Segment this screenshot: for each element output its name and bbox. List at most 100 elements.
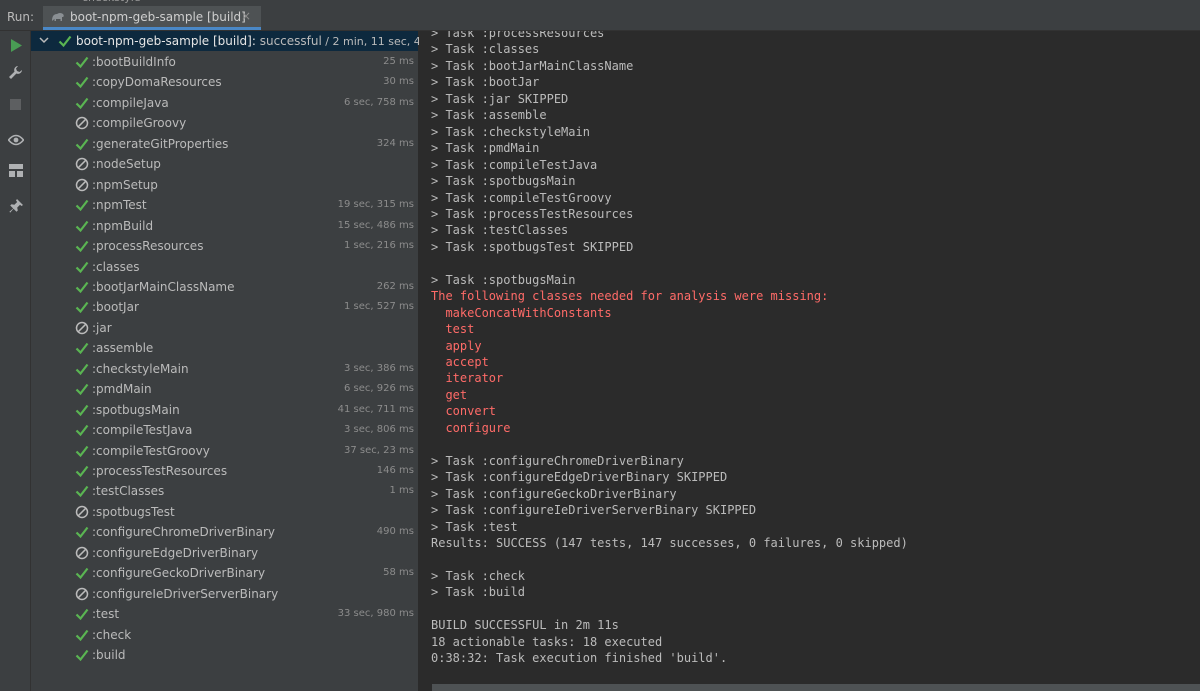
rerun-icon[interactable] [7,37,24,54]
chevron-down-icon[interactable] [38,34,50,46]
task-row[interactable]: :compileJava 6 sec, 758 ms [31,93,418,113]
task-row[interactable]: :jar [31,318,418,338]
skipped-icon [75,178,89,191]
run-label: Run: [7,10,35,24]
task-row[interactable]: :copyDomaResources 30 ms [31,72,418,92]
eye-icon[interactable] [7,131,24,148]
layout-icon[interactable] [7,162,24,179]
task-name: :configureGeckoDriverBinary [92,566,266,581]
task-duration: 3 sec, 806 ms [344,424,414,436]
task-row[interactable]: :processResources 1 sec, 216 ms [31,236,418,256]
console-line: > Task :pmdMain [431,141,540,156]
horizontal-scrollbar[interactable] [432,684,1200,691]
build-root-row[interactable]: boot-npm-geb-sample [build]: successful … [31,31,455,51]
skipped-icon [75,117,89,130]
task-name: :check [92,627,132,642]
task-duration: 1 sec, 527 ms [344,301,414,313]
task-row[interactable]: :test 33 sec, 980 ms [31,604,418,624]
task-duration: 30 ms [383,76,414,88]
gradle-elephant-icon [52,13,64,21]
task-name: :compileJava [92,95,169,110]
top-fragment-text: checkstyle [82,0,141,4]
console-error-line: makeConcatWithConstants [431,305,612,320]
task-name: :bootBuildInfo [92,55,176,69]
console-line: > Task :spotbugsMain [431,174,576,189]
task-name: :processResources [92,239,204,254]
wrench-icon[interactable] [7,64,24,81]
console-line: > Task :processResources [431,31,605,40]
console-line: > Task :classes [431,42,540,57]
task-duration: 6 sec, 758 ms [344,96,414,108]
task-row[interactable]: :configureIeDriverServerBinary [31,584,418,604]
task-name: :assemble [92,341,154,356]
success-check-icon [75,77,89,89]
task-row[interactable]: :classes [31,257,418,277]
console-error-line: get [431,387,468,402]
task-row[interactable]: :spotbugsTest [31,502,418,522]
run-tab-bar: Run: boot-npm-geb-sample [build] × [0,6,1200,31]
success-check-icon [75,343,89,355]
success-check-icon [75,261,89,273]
task-row[interactable]: :testClasses 1 ms [31,481,418,501]
task-row[interactable]: :configureGeckoDriverBinary 58 ms [31,563,418,583]
success-check-icon [75,608,89,621]
task-duration: 490 ms [376,526,414,538]
task-name: :nodeSetup [92,157,161,172]
task-duration: 37 sec, 23 ms [344,444,414,456]
task-name: :processTestResources [92,464,228,478]
success-check-icon [75,302,89,314]
success-check-icon [75,465,89,478]
task-row[interactable]: :configureChromeDriverBinary 490 ms [31,522,418,542]
task-row[interactable]: :check [31,625,418,645]
task-name: :checkstyleMain [92,361,189,376]
skipped-icon [75,505,89,519]
task-row[interactable]: :checkstyleMain 3 sec, 386 ms [31,359,418,379]
success-check-icon [75,384,89,396]
task-name: :classes [92,259,140,274]
task-row[interactable]: :configureEdgeDriverBinary [31,543,418,563]
console-line: > Task :build [431,585,525,600]
stop-icon[interactable] [7,96,24,113]
task-name: :build [92,648,126,663]
run-tab[interactable]: boot-npm-geb-sample [build] × [43,6,261,30]
success-check-icon [75,527,89,539]
task-row[interactable]: :assemble [31,338,418,358]
task-row[interactable]: :pmdMain 6 sec, 926 ms [31,379,418,399]
task-name: :spotbugsMain [92,402,180,417]
task-row[interactable]: :spotbugsMain 41 sec, 711 ms [31,400,418,420]
console-line: > Task :jar SKIPPED [431,91,569,106]
task-row[interactable]: :compileTestGroovy 37 sec, 23 ms [31,441,418,461]
build-root-status: successful [255,34,322,48]
task-row[interactable]: :npmSetup [31,175,418,195]
console-output[interactable]: > Task :processResources > Task :classes >… [419,31,1200,691]
task-name: :npmSetup [92,177,158,192]
success-check-icon [75,240,89,253]
task-row[interactable]: :bootJar 1 sec, 527 ms [31,297,418,317]
task-name: :configureIeDriverServerBinary [92,586,279,601]
task-row[interactable]: :generateGitProperties 324 ms [31,134,418,154]
task-name: :copyDomaResources [92,75,222,90]
task-row[interactable]: :compileTestJava 3 sec, 806 ms [31,420,418,440]
build-tree: boot-npm-geb-sample [build]: successful … [31,31,455,691]
task-row[interactable]: :bootJarMainClassName 262 ms [31,277,418,297]
task-row[interactable]: :nodeSetup [31,154,418,174]
skipped-icon [75,321,89,335]
close-icon[interactable]: × [241,9,251,23]
console-line: > Task :test [431,519,518,534]
console-error-line: convert [431,404,497,419]
skipped-icon [75,546,89,560]
task-name: :configureChromeDriverBinary [92,525,275,540]
run-toolbar [0,31,31,691]
task-row[interactable]: :build [31,645,418,665]
task-row[interactable]: :npmBuild 15 sec, 486 ms [31,216,418,236]
console-line: > Task :configureEdgeDriverBinary SKIPPE… [431,470,728,485]
console-error-line: accept [431,355,489,369]
task-row[interactable]: :compileGroovy [31,113,418,133]
task-row[interactable]: :bootBuildInfo 25 ms [31,52,418,72]
task-row[interactable]: :processTestResources 146 ms [31,461,418,481]
task-name: :spotbugsTest [92,504,175,519]
task-row[interactable]: :npmTest 19 sec, 315 ms [31,195,418,215]
console-line: BUILD SUCCESSFUL in 2m 11s [431,618,619,633]
build-root-name: boot-npm-geb-sample [build]: [76,34,256,48]
pin-icon[interactable] [7,197,24,214]
